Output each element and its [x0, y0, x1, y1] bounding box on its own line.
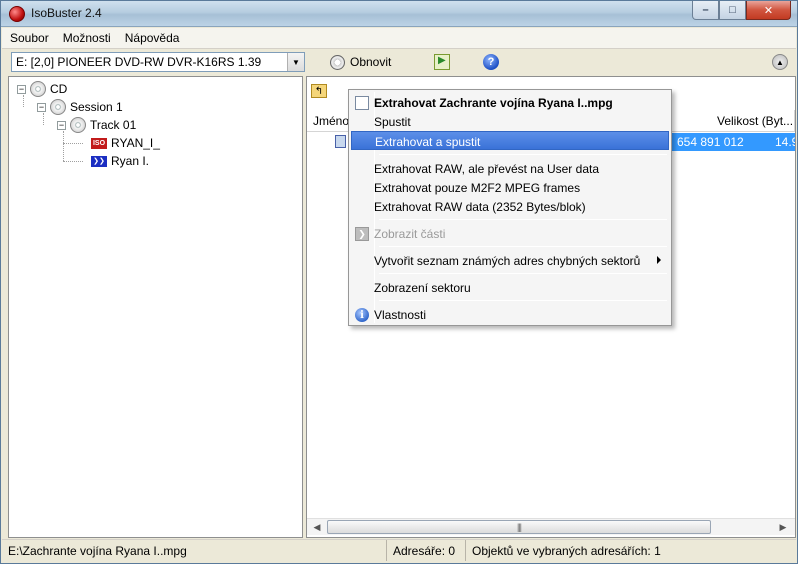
window-title: IsoBuster 2.4: [31, 6, 102, 20]
maximize-button[interactable]: □: [719, 1, 746, 20]
menu-help[interactable]: Nápověda: [125, 31, 180, 45]
tree-item-mpg[interactable]: ❯❯ Ryan I.: [91, 152, 149, 170]
tree-item-cd[interactable]: − CD: [17, 80, 67, 98]
document-icon: [355, 96, 369, 110]
collapse-icon[interactable]: −: [17, 84, 26, 94]
status-bar: E:\Zachrante vojína Ryana I..mpg Adresář…: [2, 539, 796, 561]
refresh-disc-icon: [330, 54, 345, 70]
status-path: E:\Zachrante vojína Ryana I..mpg: [2, 540, 387, 561]
chevron-down-icon[interactable]: ▼: [287, 53, 304, 71]
collapse-icon[interactable]: −: [37, 102, 46, 112]
title-bar[interactable]: IsoBuster 2.4 – □ ✕: [1, 1, 797, 27]
menu-item-extract-m2f2[interactable]: Extrahovat pouze M2F2 MPEG frames: [351, 178, 669, 197]
menu-item-extract-raw[interactable]: Extrahovat RAW data (2352 Bytes/blok): [351, 197, 669, 216]
info-icon: i: [355, 308, 369, 322]
menu-item-bad-sectors[interactable]: Vytvořit seznam známých adres chybných s…: [351, 251, 669, 270]
eject-icon[interactable]: ▲: [772, 54, 788, 70]
menu-item-properties[interactable]: i Vlastnosti: [351, 305, 669, 324]
menu-item-label: Extrahovat RAW data (2352 Bytes/blok): [374, 200, 586, 214]
video-file-icon: [335, 135, 346, 148]
toolbar: E: [2,0] PIONEER DVD-RW DVR-K16RS 1.39 ▼…: [2, 49, 796, 75]
tree-item-label: Ryan I.: [111, 154, 150, 168]
tree-connector: [63, 131, 64, 161]
status-folders: Adresáře: 0: [387, 540, 466, 561]
scroll-left-icon[interactable]: ◀: [309, 520, 325, 535]
menu-item-show-parts: ❯ Zobrazit části: [351, 224, 669, 243]
isobuster-logo-icon: [9, 6, 25, 22]
horizontal-scrollbar[interactable]: ◀ ||| ▶: [307, 518, 795, 535]
menu-item-run[interactable]: Spustit: [351, 112, 669, 131]
file-size-cell: 654 891 012: [671, 133, 771, 151]
menu-file[interactable]: Soubor: [10, 31, 49, 45]
track-disc-icon: [70, 117, 86, 133]
tree-item-session[interactable]: − Session 1: [37, 98, 123, 116]
menu-separator: [379, 300, 667, 301]
help-button[interactable]: ?: [483, 52, 499, 72]
menu-item-label: Vytvořit seznam známých adres chybných s…: [374, 254, 641, 268]
refresh-button[interactable]: Obnovit: [330, 52, 391, 72]
cd-icon: [30, 81, 46, 97]
menu-separator: [379, 273, 667, 274]
extract-icon: [434, 54, 450, 70]
extract-button[interactable]: [434, 52, 450, 72]
tree-connector: [63, 143, 83, 144]
menu-item-label: Spustit: [374, 115, 411, 129]
tree-pane: − CD − Session 1 − Track 01 ISO RYAN_I_ …: [8, 76, 303, 538]
collapse-icon[interactable]: −: [57, 120, 66, 130]
close-button[interactable]: ✕: [746, 1, 791, 20]
menu-item-label: Extrahovat RAW, ale převést na User data: [374, 162, 599, 176]
menu-item-label: Zobrazení sektoru: [374, 281, 471, 295]
menu-item-extract-and-run[interactable]: Extrahovat a spustit: [351, 131, 669, 150]
menu-item-label: Extrahovat a spustit: [375, 135, 481, 149]
session-disc-icon: [50, 99, 66, 115]
app-window: IsoBuster 2.4 – □ ✕ Soubor Možnosti Nápo…: [0, 0, 798, 564]
iso-filesystem-icon: ISO: [91, 137, 107, 149]
status-objects: Objektů ve vybraných adresářích: 1: [472, 544, 661, 558]
scrollbar-thumb[interactable]: |||: [327, 520, 711, 534]
menu-item-label: Vlastnosti: [374, 308, 427, 322]
scroll-right-icon[interactable]: ▶: [775, 520, 791, 535]
tree-item-iso[interactable]: ISO RYAN_I_: [91, 134, 160, 152]
menu-separator: [379, 246, 667, 247]
menu-item-label: Zobrazit části: [374, 227, 446, 241]
tree-item-label: RYAN_I_: [111, 136, 160, 150]
video-filesystem-icon: ❯❯: [91, 155, 107, 167]
tree-item-label: Track 01: [90, 118, 137, 132]
menu-item-label: Extrahovat Zachrante vojína Ryana I..mpg: [374, 96, 613, 110]
drive-select-value: E: [2,0] PIONEER DVD-RW DVR-K16RS 1.39: [16, 55, 262, 69]
menu-bar: Soubor Možnosti Nápověda: [2, 28, 796, 49]
submenu-arrow-icon: [657, 256, 661, 264]
menu-separator: [379, 154, 667, 155]
menu-item-extract-raw-user[interactable]: Extrahovat RAW, ale převést na User data: [351, 159, 669, 178]
refresh-label: Obnovit: [350, 55, 392, 69]
menu-item-extract-file[interactable]: Extrahovat Zachrante vojína Ryana I..mpg: [351, 93, 669, 112]
tree-item-label: Session 1: [70, 100, 123, 114]
menu-item-sector-view[interactable]: Zobrazení sektoru: [351, 278, 669, 297]
extra-column-cell: 14.9: [771, 133, 795, 151]
context-menu: Extrahovat Zachrante vojína Ryana I..mpg…: [348, 89, 672, 326]
tree-item-label: CD: [50, 82, 68, 96]
tree-connector: [63, 161, 83, 162]
drive-select[interactable]: E: [2,0] PIONEER DVD-RW DVR-K16RS 1.39 ▼: [11, 52, 305, 72]
menu-options[interactable]: Možnosti: [63, 31, 111, 45]
menu-item-label: Extrahovat pouze M2F2 MPEG frames: [374, 181, 581, 195]
help-icon: ?: [483, 54, 499, 70]
menu-separator: [379, 219, 667, 220]
tree-item-track[interactable]: − Track 01: [57, 116, 136, 134]
show-parts-icon: ❯: [355, 227, 369, 241]
column-header-size[interactable]: Velikost (Byt...: [671, 110, 795, 131]
window-controls: – □ ✕: [692, 1, 791, 21]
folder-up-icon[interactable]: ↰: [311, 84, 327, 98]
minimize-button[interactable]: –: [692, 1, 719, 20]
